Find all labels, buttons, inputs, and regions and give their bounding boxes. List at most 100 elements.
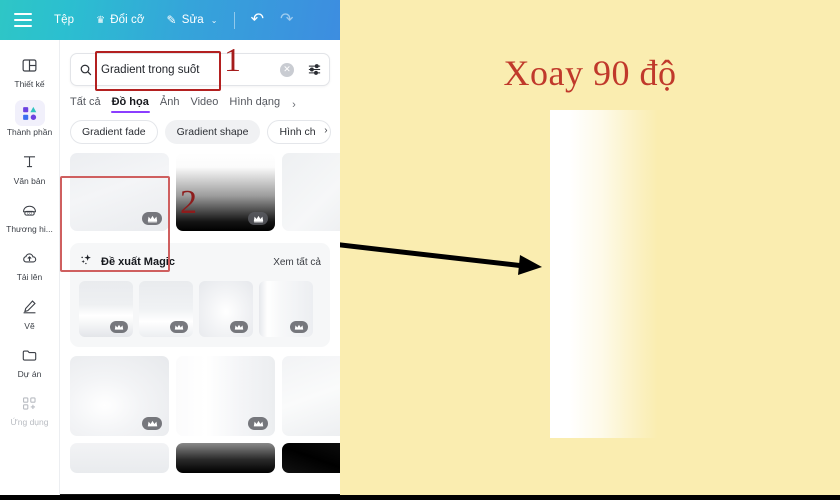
magic-header: Đề xuất Magic Xem tất cả (79, 252, 321, 272)
layout-icon (15, 52, 45, 78)
results-grid-row3 (70, 443, 340, 473)
pointer-arrow (340, 242, 542, 275)
tab-video[interactable]: Video (190, 96, 218, 113)
magic-thumbnail-4[interactable] (259, 281, 313, 337)
hamburger-icon[interactable] (14, 13, 32, 27)
result-thumbnail-8[interactable] (176, 443, 275, 473)
menu-item-resize-label: Đổi cỡ (110, 14, 145, 26)
magic-suggestions-card: Đề xuất Magic Xem tất cả (70, 243, 330, 347)
tab-photos[interactable]: Ảnh (160, 96, 180, 113)
pen-draw-icon (15, 294, 45, 320)
result-thumbnail-6[interactable] (282, 356, 340, 436)
upload-cloud-icon (15, 245, 45, 271)
filter-chips: Gradient fade Gradient shape Hình ch › (70, 120, 340, 144)
redo-arrow-icon[interactable]: ↷ (280, 12, 293, 28)
tab-all-label: Tất cả (70, 96, 101, 108)
chevron-right-icon: › (324, 125, 328, 136)
sidebar-item-apps[interactable]: Ứng dụng (2, 390, 58, 427)
menu-item-file[interactable]: Tệp (54, 14, 74, 26)
sidebar-item-elements-label: Thành phần (6, 127, 53, 138)
sidebar-item-uploads-label: Tải lên (16, 272, 43, 283)
chip-gradient-shape-label: Gradient shape (176, 126, 249, 138)
bottom-black-strip (0, 495, 840, 500)
chevron-right-icon[interactable]: › (292, 99, 296, 111)
sidebar-item-design-label: Thiết kế (14, 79, 45, 89)
magic-thumbnail-1[interactable] (79, 281, 133, 337)
canvas-title-text: Xoay 90 độ (503, 53, 677, 93)
menu-item-file-label: Tệp (54, 14, 75, 26)
sidebar-item-text[interactable]: Văn bản (2, 149, 58, 186)
search-input[interactable]: Gradient trong suốt (101, 64, 280, 76)
text-t-icon (15, 149, 45, 175)
magic-thumbnail-3[interactable] (199, 281, 253, 337)
app-window: Tệp ♛ Đổi cỡ ✎ Sửa ⌄ ↶ ↷ Thiết kế Thành … (0, 0, 840, 500)
result-thumbnail-9[interactable] (282, 443, 340, 473)
svg-text:CO: CO (27, 211, 33, 215)
white-transparent-gradient-rectangle[interactable] (550, 110, 658, 438)
sparkle-icon (79, 252, 94, 272)
sidebar-item-uploads[interactable]: Tải lên (2, 245, 58, 282)
crown-icon: ♛ (96, 14, 106, 26)
crown-badge-icon (230, 321, 248, 333)
chip-gradient-fade[interactable]: Gradient fade (70, 120, 158, 144)
magic-grid (79, 281, 321, 337)
magic-thumbnail-2[interactable] (139, 281, 193, 337)
sidebar-item-text-label: Văn bản (13, 175, 46, 186)
tab-photos-label: Ảnh (159, 96, 180, 108)
results-grid-row2 (70, 356, 340, 436)
sidebar-item-projects-label: Dự án (17, 369, 42, 380)
search-bar[interactable]: Gradient trong suốt ✕ (70, 53, 330, 86)
toolbar-divider (233, 11, 235, 29)
sidebar-item-elements[interactable]: Thành phần (2, 100, 58, 137)
magic-title: Đề xuất Magic (101, 256, 175, 268)
clear-x-icon[interactable]: ✕ (280, 62, 294, 77)
top-toolbar: Tệp ♛ Đổi cỡ ✎ Sửa ⌄ ↶ ↷ (0, 0, 340, 40)
result-thumbnail-1[interactable] (70, 153, 169, 231)
tab-shapes[interactable]: Hình dạng (229, 96, 280, 113)
result-thumbnail-5[interactable] (176, 356, 275, 436)
result-thumbnail-4[interactable] (70, 356, 169, 436)
tab-graphics[interactable]: Đồ họa (110, 96, 151, 113)
search-icon (71, 63, 101, 77)
menu-item-resize[interactable]: ♛ Đổi cỡ (96, 14, 144, 26)
result-thumbnail-3[interactable] (282, 153, 340, 231)
crown-badge-icon (248, 417, 268, 430)
sidebar-item-projects[interactable]: Dự án (2, 342, 58, 379)
see-all-link[interactable]: Xem tất cả (273, 257, 321, 268)
magic-title-group: Đề xuất Magic (79, 252, 175, 272)
menu-item-edit-label: Sửa (181, 14, 204, 26)
tab-all[interactable]: Tất cả (70, 96, 101, 113)
result-thumbnail-2[interactable] (176, 153, 275, 231)
folder-icon (15, 342, 45, 368)
chip-gradient-shape[interactable]: Gradient shape (164, 120, 261, 144)
crown-badge-icon (170, 321, 188, 333)
chip-hinh-ch-label: Hình ch (279, 126, 316, 138)
chip-hinh-ch[interactable]: Hình ch › (267, 120, 331, 144)
sidebar-item-draw-label: Vẽ (24, 320, 35, 331)
category-tabs: Tất cả Đồ họa Ảnh Video Hình dạng › (70, 96, 330, 113)
menu-item-edit[interactable]: ✎ Sửa ⌄ (167, 13, 218, 27)
shapes-icon (14, 100, 45, 127)
crown-badge-icon (110, 321, 128, 333)
chevron-down-icon: ⌄ (210, 15, 218, 25)
results-grid (70, 153, 340, 231)
elements-panel: Gradient trong suốt ✕ Tất cả Đồ họa Ảnh … (60, 40, 340, 500)
tab-shapes-label: Hình dạng (229, 96, 281, 108)
tab-video-label: Video (190, 96, 219, 108)
left-rail: Thiết kế Thành phần Văn bản CO Thương hi… (0, 40, 60, 500)
result-thumbnail-7[interactable] (70, 443, 169, 473)
crown-badge-icon (248, 212, 268, 225)
sliders-filter-icon[interactable] (301, 62, 327, 77)
crown-badge-icon (142, 212, 162, 225)
sidebar-item-brand-label: Thương hi... (6, 224, 53, 235)
design-canvas[interactable]: Xoay 90 độ (340, 0, 840, 500)
pencil-icon: ✎ (166, 13, 177, 27)
sidebar-item-brand[interactable]: CO Thương hi... (2, 197, 58, 234)
tab-graphics-label: Đồ họa (111, 96, 149, 108)
sidebar-item-draw[interactable]: Vẽ (2, 294, 58, 331)
apps-grid-icon (15, 390, 45, 416)
undo-arrow-icon[interactable]: ↶ (251, 12, 264, 28)
chip-gradient-fade-label: Gradient fade (82, 126, 146, 138)
sidebar-item-design[interactable]: Thiết kế (2, 52, 58, 89)
brand-icon: CO (15, 197, 45, 223)
